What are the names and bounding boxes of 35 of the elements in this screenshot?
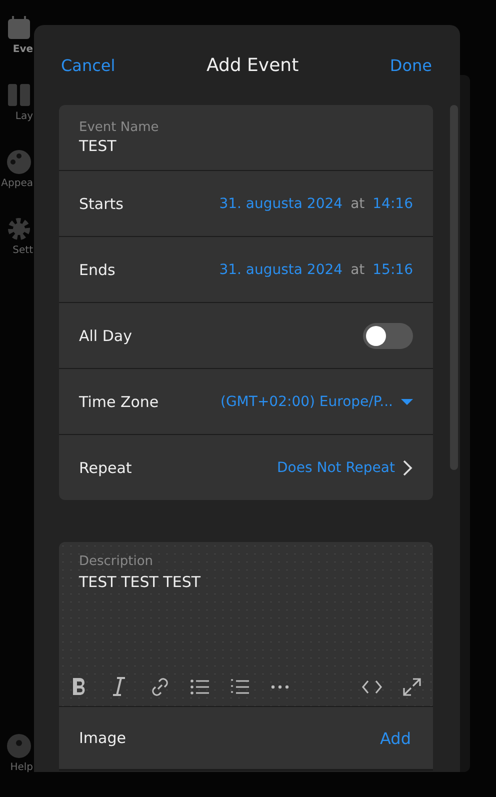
chevron-right-icon[interactable]: [403, 460, 413, 476]
date-value[interactable]: 31. augusta 2024: [219, 262, 343, 278]
caret-icon[interactable]: [401, 398, 413, 404]
repeat-link[interactable]: Does Not Repeat: [277, 460, 395, 476]
at-label: at: [350, 262, 365, 278]
date-value[interactable]: 31. augusta 2024: [219, 196, 343, 212]
row-label: Starts: [79, 194, 124, 212]
description-text: TEST TEST TEST: [79, 573, 202, 591]
add-link[interactable]: Add: [380, 728, 411, 748]
sidebar-item[interactable]: Eve: [5, 14, 33, 55]
field-label: Event Name: [79, 120, 159, 135]
sidebar-item[interactable]: Sett: [5, 215, 33, 256]
sidebar-item[interactable]: Appea: [1, 148, 33, 189]
calendar-icon[interactable]: [5, 14, 33, 42]
time-value[interactable]: 15:16: [372, 262, 413, 278]
done-button[interactable]: Done: [390, 56, 432, 74]
row-label: Repeat: [79, 458, 132, 476]
dialog-title: Add Event: [206, 54, 299, 76]
link-icon[interactable]: [149, 676, 171, 698]
sidebar-item[interactable]: Lay: [5, 81, 33, 122]
time-value[interactable]: 14:16: [372, 196, 413, 212]
row-label: Time Zone: [79, 392, 159, 410]
expand-icon[interactable]: [401, 676, 423, 698]
cancel-button[interactable]: Cancel: [61, 56, 116, 74]
all-day-toggle[interactable]: [363, 322, 413, 348]
at-label: at: [350, 196, 365, 212]
row-label: Image: [79, 729, 126, 747]
row-label: All Day: [79, 326, 132, 344]
field-label: Description: [79, 554, 154, 569]
row-label: Ends: [79, 260, 116, 278]
scrollbar[interactable]: [450, 105, 458, 470]
description-editor[interactable]: Description TEST TEST TEST: [59, 542, 433, 706]
sidebar-item[interactable]: Help: [5, 732, 33, 773]
timezone-dropdown[interactable]: (GMT+02:00) Europe/P...: [220, 394, 393, 410]
event-name-field[interactable]: TEST: [79, 137, 116, 155]
